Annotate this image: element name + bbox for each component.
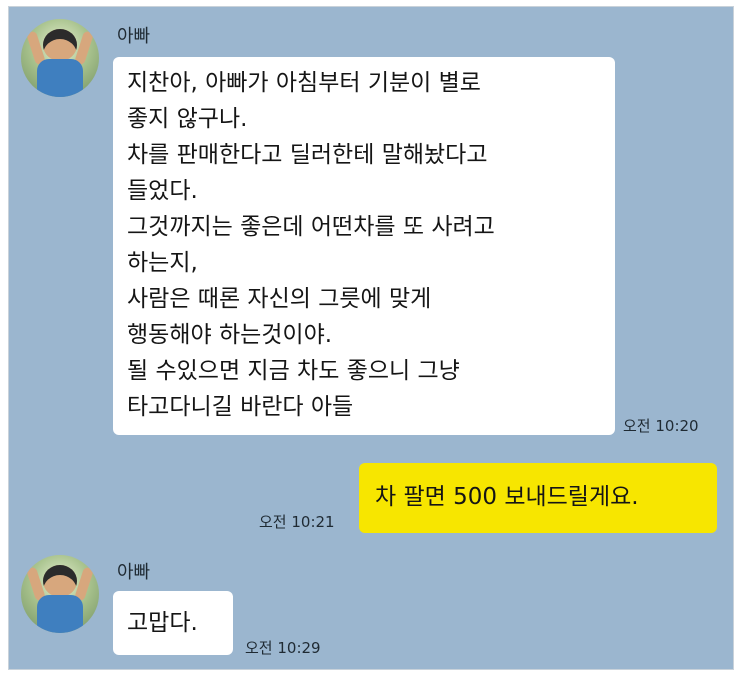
message-line: 지찬아, 아빠가 아침부터 기분이 별로: [127, 70, 481, 96]
message-line: 들었다.: [127, 178, 198, 204]
sender-avatar[interactable]: [21, 555, 99, 633]
avatar-head: [43, 29, 77, 61]
sender-avatar[interactable]: [21, 19, 99, 97]
message-line: 차 팔면 500 보내드릴게요.: [375, 484, 639, 510]
sender-name: 아빠: [117, 26, 151, 47]
message-timestamp: 오전 10:20: [623, 417, 699, 435]
message-line: 행동해야 하는것이야.: [127, 322, 333, 348]
message-line: 하는지,: [127, 250, 198, 276]
message-line: 될 수있으면 지금 차도 좋으니 그냥: [127, 358, 460, 384]
message-timestamp: 오전 10:29: [245, 639, 321, 657]
message-line: 고맙다.: [127, 610, 198, 636]
message-bubble-outgoing[interactable]: 차 팔면 500 보내드릴게요.: [359, 463, 717, 533]
sender-name: 아빠: [117, 562, 151, 583]
message-line: 타고다니길 바란다 아들: [127, 394, 354, 420]
chat-screen: 아빠 지찬아, 아빠가 아침부터 기분이 별로 좋지 않구나. 차를 판매한다고…: [8, 6, 734, 670]
message-bubble-incoming[interactable]: 고맙다.: [113, 591, 233, 655]
message-line: 좋지 않구나.: [127, 106, 248, 132]
message-line: 그것까지는 좋은데 어떤차를 또 사려고: [127, 214, 495, 240]
message-bubble-incoming[interactable]: 지찬아, 아빠가 아침부터 기분이 별로 좋지 않구나. 차를 판매한다고 딜러…: [113, 57, 615, 435]
message-line: 사람은 때론 자신의 그릇에 맞게: [127, 286, 432, 312]
message-line: 차를 판매한다고 딜러한테 말해놨다고: [127, 142, 488, 168]
avatar-body: [37, 595, 83, 633]
avatar-body: [37, 59, 83, 97]
message-timestamp: 오전 10:21: [259, 513, 335, 531]
avatar-head: [43, 565, 77, 597]
